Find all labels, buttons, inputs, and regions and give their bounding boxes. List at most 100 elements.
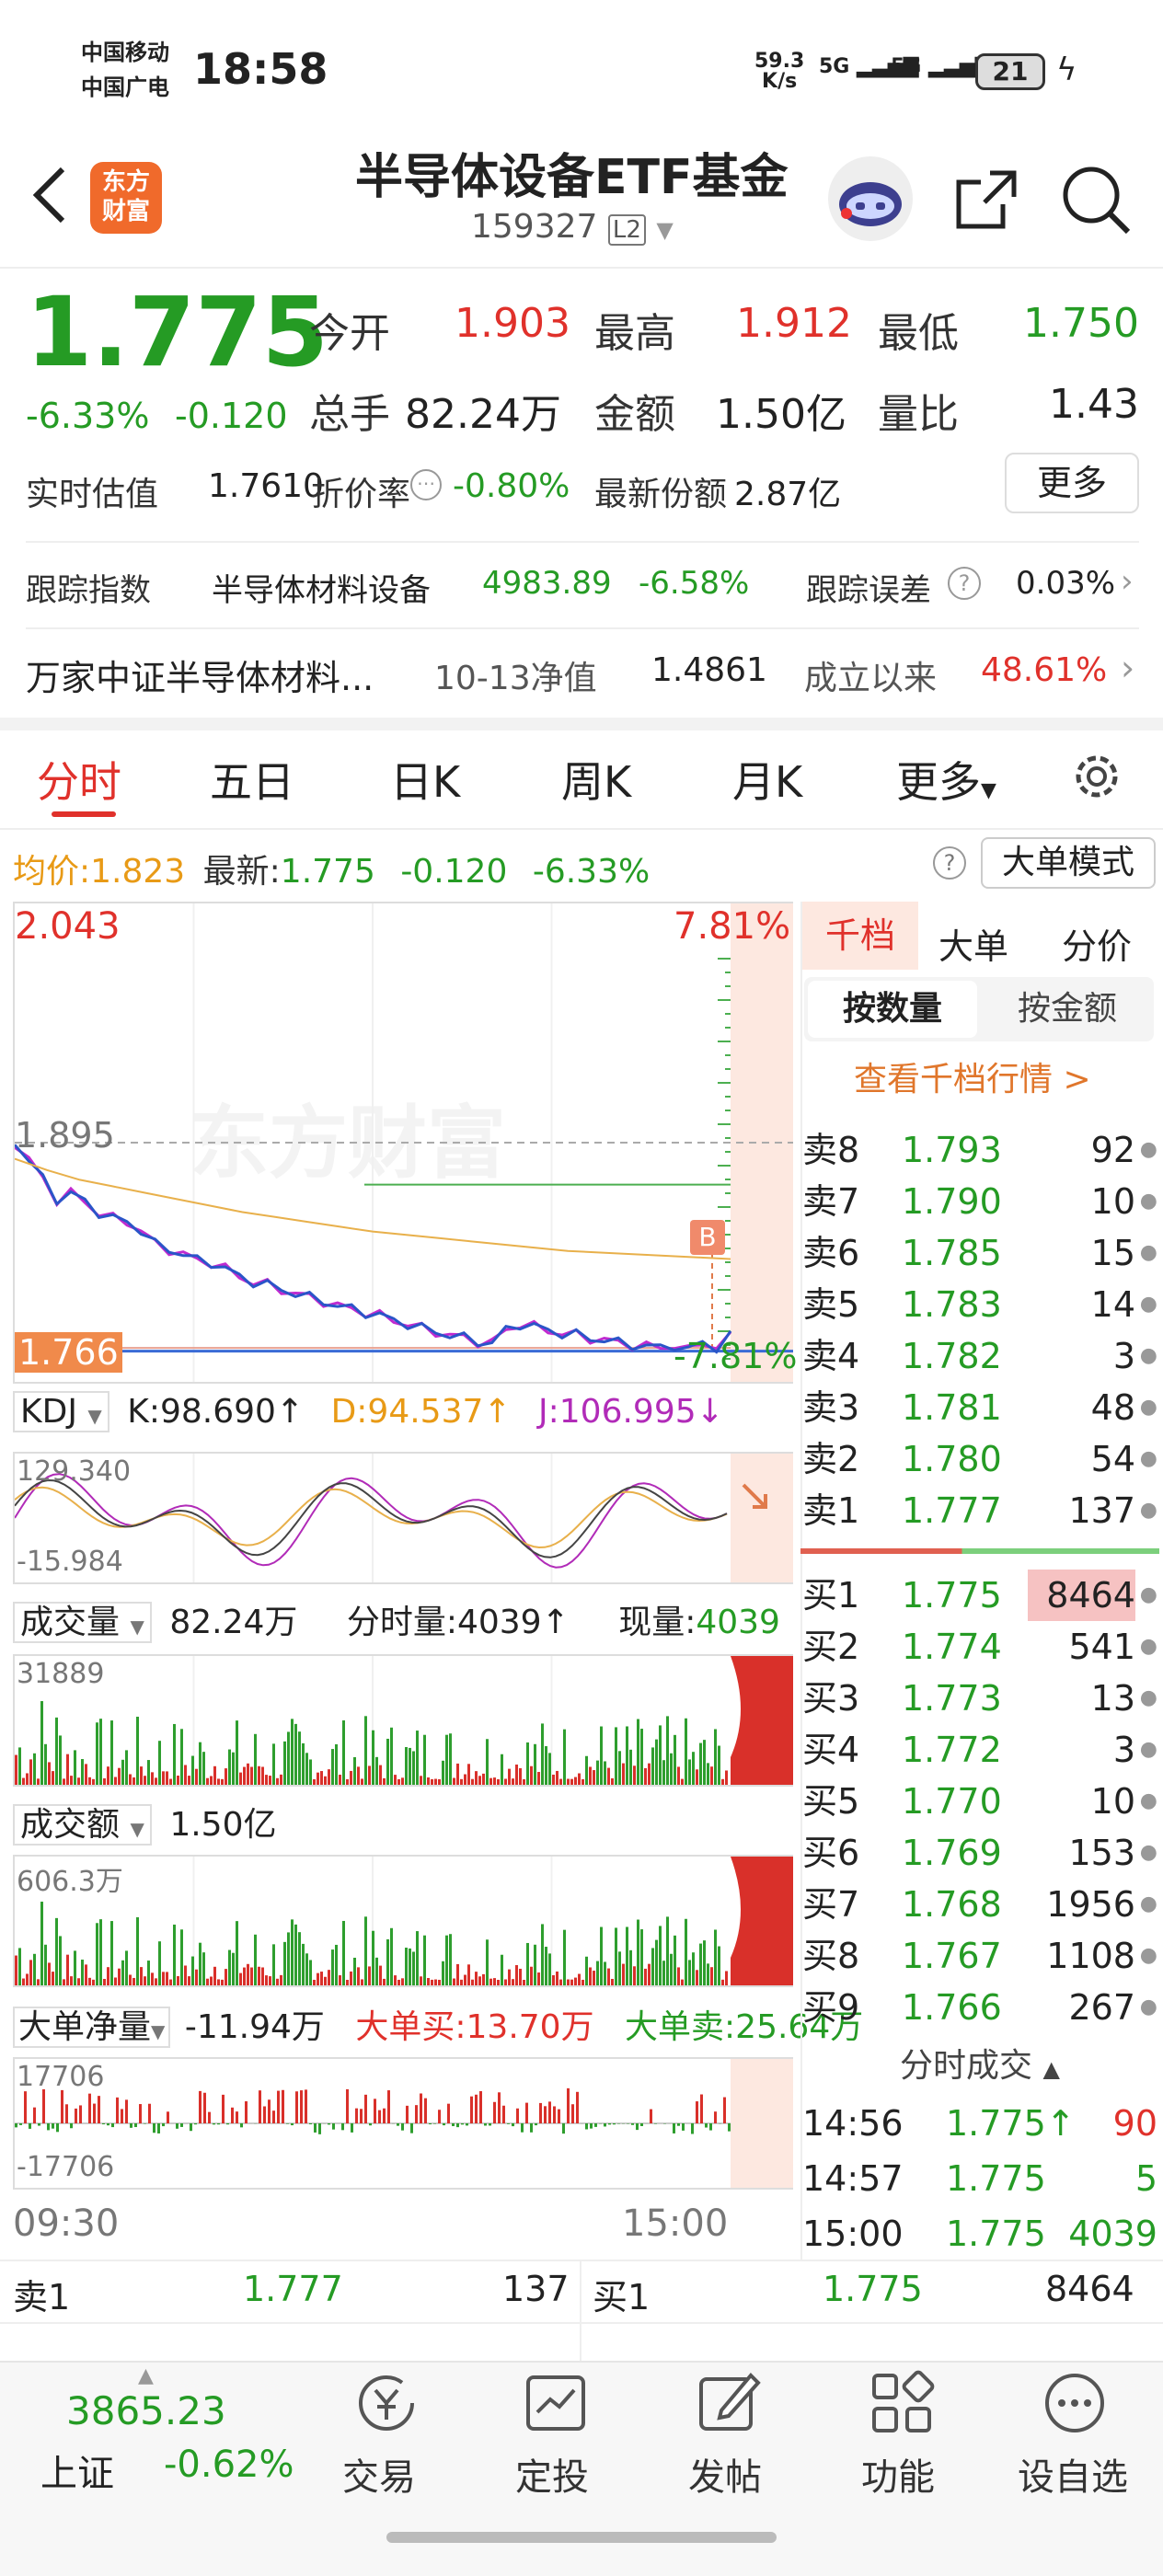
expand-icon[interactable] [734,1476,775,1516]
volume-bar [280,1974,282,1985]
kdj-chart[interactable]: 129.340 -15.984 [13,1452,793,1584]
volume-bar [96,1923,98,1985]
volume-header: 成交量 ▼ 82.24万 分时量:4039↑ 现量:4039 [13,1595,780,1643]
level-volume: 137 [1068,1490,1135,1531]
share-icon[interactable] [950,162,1023,236]
volume-bar [250,1766,253,1785]
net-order-bar [199,2090,202,2123]
by-quantity-button[interactable]: 按数量 [808,981,977,1038]
volume-bar [144,1976,146,1985]
nav-invest-plan[interactable]: 定投 [515,2447,589,2501]
ask-row[interactable]: 卖4 1.782 3 ● [802,1330,1163,1382]
ask-row[interactable]: 卖5 1.783 14 ● [802,1279,1163,1330]
volume-bar [37,1778,40,1785]
tab-more[interactable]: 更多▼ [896,749,996,810]
ask-row[interactable]: 卖8 1.793 92 ● [802,1124,1163,1176]
chevron-right-icon[interactable]: › [1121,648,1134,688]
stock-code[interactable]: 159327 L2 ▼ [471,208,674,246]
by-amount-button[interactable]: 按金额 [985,981,1150,1038]
trades-title[interactable]: 分时成交 ▲ [900,2039,1060,2087]
volume-bar [29,1759,32,1785]
nav-post[interactable]: 发帖 [688,2447,762,2501]
buy-marker[interactable]: B [690,1220,725,1255]
dot-icon: ● [1139,1841,1157,1864]
help-icon[interactable]: ? [948,567,981,600]
ask-row[interactable]: 卖1 1.777 137 ● [802,1485,1163,1536]
more-button[interactable]: 更多 [1005,453,1139,513]
big-order-chart[interactable]: 17706 -17706 [13,2057,793,2190]
bid-row[interactable]: 买5 1.770 10 ● [802,1776,1163,1827]
kdj-selector[interactable]: KDJ ▼ [13,1391,109,1432]
index-name[interactable]: 上证 [40,2444,114,2497]
volume-bar [593,1770,595,1785]
info-dots-icon[interactable]: ⋯ [410,469,442,500]
net-order-bar [157,2123,160,2133]
tab-intraday[interactable]: 分时 [37,749,121,810]
bid-row[interactable]: 买8 1.767 1108 ● [802,1930,1163,1982]
tab-weekly[interactable]: 周K [561,749,631,810]
volume-bar [423,1935,426,1985]
chevron-right-icon[interactable]: › [1121,563,1134,600]
ask-row[interactable]: 卖6 1.785 15 ● [802,1227,1163,1279]
trade-yen-icon[interactable] [350,2366,423,2440]
tab-5day[interactable]: 五日 [210,749,294,810]
nav-trade[interactable]: 交易 [342,2447,416,2501]
back-icon[interactable] [22,158,77,232]
watchlist-more-icon[interactable] [1040,2368,1110,2438]
carrier-2: 中国广电 [81,75,169,100]
index-pct[interactable]: -0.62% [164,2444,294,2486]
ask-row[interactable]: 卖3 1.781 48 ● [802,1382,1163,1433]
tab-monthly[interactable]: 月K [732,749,802,810]
view-depth-link[interactable]: 查看千档行情 > [854,1052,1091,1100]
volume-bar [714,1929,717,1985]
net-order-bar [456,2123,459,2128]
nav-functions[interactable]: 功能 [861,2447,935,2501]
robot-avatar-icon[interactable] [828,156,913,241]
volume-bar [221,1979,224,1985]
bid-row[interactable]: 买7 1.768 1956 ● [802,1879,1163,1930]
ask-row[interactable]: 卖7 1.790 10 ● [802,1176,1163,1227]
tab-daily[interactable]: 日K [390,749,460,810]
bid-row[interactable]: 买9 1.766 267 ● [802,1982,1163,2033]
intraday-chart[interactable]: 东方财富 2.043 7.81% 1.895 1.766 -7.81% B [13,902,797,1384]
tab-big-order[interactable]: 大单 [938,918,1008,969]
volume-bar [725,1971,728,1985]
expand-up-icon[interactable]: ▲ [138,2364,154,2387]
big-order-mode-button[interactable]: 大单模式 [981,837,1156,889]
volume-bar [596,1760,599,1785]
amount-header: 成交额 ▼ 1.50亿 [13,1798,276,1846]
functions-grid-icon[interactable] [867,2368,937,2438]
tab-depth[interactable]: 千档 [802,902,918,970]
bid-row[interactable]: 买6 1.769 153 ● [802,1827,1163,1879]
fund-name[interactable]: 万家中证半导体材料... [26,650,374,700]
index-value[interactable]: 3865.23 [66,2388,226,2433]
post-edit-icon[interactable] [694,2368,764,2438]
volume-bar [541,1924,544,1985]
volume-bar [140,1766,143,1785]
big-order-selector[interactable]: 大单净量▼ [13,2007,171,2048]
amount-selector[interactable]: 成交额 ▼ [13,1804,152,1846]
settings-gear-icon[interactable] [1067,747,1126,806]
tab-price-dist[interactable]: 分价 [1062,918,1132,969]
y-max-label: 2.043 [15,905,121,948]
help-icon[interactable]: ? [933,846,966,880]
carrier-1: 中国移动 [81,40,169,65]
net-order-bar [387,2090,390,2123]
ask-row[interactable]: 卖2 1.780 54 ● [802,1433,1163,1485]
bid-row[interactable]: 买4 1.772 3 ● [802,1724,1163,1776]
volume-selector[interactable]: 成交量 ▼ [13,1602,152,1643]
bid-row[interactable]: 买3 1.773 13 ● [802,1673,1163,1724]
bid-row[interactable]: 买1 1.775 8464 ● [802,1570,1163,1621]
bid-row[interactable]: 买2 1.774 541 ● [802,1621,1163,1673]
volume-bar [324,1776,327,1785]
app-logo[interactable]: 东方 财富 [90,162,162,234]
level-volume: 8464 [1028,1570,1135,1621]
search-icon[interactable] [1058,162,1135,239]
volume-bar [548,1953,551,1985]
track-index-name[interactable]: 半导体材料设备 [212,565,431,610]
amount-chart[interactable]: 606.3万 [13,1855,793,1987]
invest-plan-icon[interactable] [521,2368,591,2438]
nav-add-watchlist[interactable]: 设自选 [1018,2447,1128,2501]
trade-volume: 4039 [1068,2214,1157,2254]
volume-chart[interactable]: 31889 [13,1654,793,1787]
